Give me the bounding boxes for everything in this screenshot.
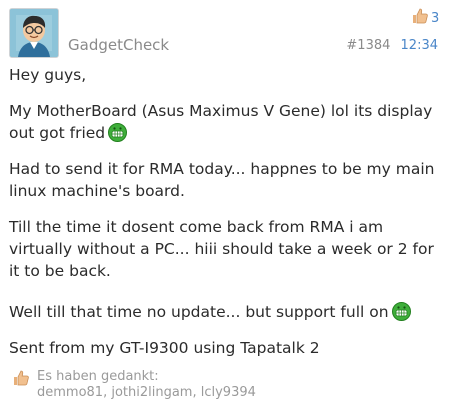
paragraph-text: My MotherBoard (Asus Maximus V Gene) lol…	[9, 102, 433, 142]
post-body: Hey guys, My MotherBoard (Asus Maximus V…	[9, 64, 441, 359]
greeting-text: Hey guys,	[9, 66, 87, 84]
post-paragraph: Had to send it for RMA today... happnes …	[9, 160, 435, 200]
thanks-users[interactable]: demmo81, jothi2lingam, lcly9394	[37, 385, 256, 401]
thumbs-up-icon	[12, 369, 30, 392]
thanks-label: Es haben gedankt:	[37, 369, 159, 384]
avatar[interactable]	[9, 8, 59, 58]
avatar-image	[10, 9, 58, 57]
grin-emoji-icon	[391, 302, 411, 321]
grin-emoji-icon	[108, 123, 128, 142]
like-button[interactable]: 3	[411, 7, 439, 29]
post-meta: #1384 12:34	[346, 38, 438, 53]
post-paragraph: My MotherBoard (Asus Maximus V Gene) lol…	[9, 100, 441, 144]
username[interactable]: GadgetCheck	[68, 36, 169, 54]
thumbs-up-icon	[411, 7, 429, 29]
post-paragraph: Well till that time no update... but sup…	[9, 301, 441, 323]
signature-text: Sent from my GT-I9300 using Tapatalk 2	[9, 339, 320, 357]
post-paragraph: Till the time it dosent come back from R…	[9, 218, 434, 280]
post-time: 12:34	[400, 38, 438, 53]
post-number: #1384	[346, 38, 391, 53]
paragraph-text: Well till that time no update... but sup…	[9, 303, 389, 321]
like-count: 3	[431, 10, 440, 26]
